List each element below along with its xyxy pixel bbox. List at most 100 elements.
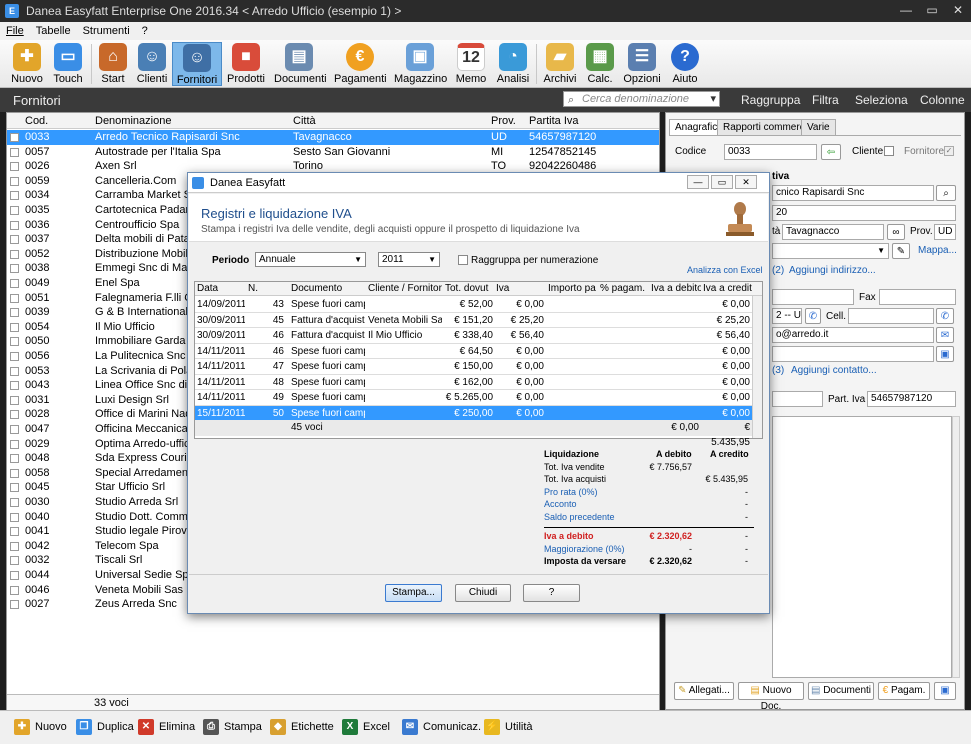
close-window-button[interactable]: ✕ [945,1,971,19]
col-iva-debito[interactable]: Iva a debito [651,283,701,294]
col-prov[interactable]: Prov. [491,115,516,127]
grid-row[interactable]: 30/09/2011 46 Fattura d'acquisto Il Mio Uff… [195,328,752,344]
analizza-excel-link[interactable]: Analizza con Excel [687,265,763,275]
col-data[interactable]: Data [197,283,245,294]
row-checkbox[interactable] [10,220,19,230]
filtra-button[interactable]: Filtra [812,93,839,107]
note-field[interactable] [772,416,952,678]
menu-strumenti[interactable]: Strumenti [77,22,136,40]
ribbon-nuovo-button[interactable]: ✚ Nuovo [8,42,46,86]
grid-row[interactable]: 30/09/2011 45 Fattura d'acquisto Veneta Mob… [195,313,752,328]
row-checkbox[interactable] [10,468,19,478]
ribbon-start-button[interactable]: ⌂ Start [96,42,130,86]
phone-icon[interactable]: ✆ [936,308,954,324]
search-input[interactable]: ⌕ Cerca denominazione ▾ [563,91,720,107]
row-checkbox[interactable] [10,352,19,361]
row-checkbox[interactable] [10,133,19,142]
grid-row[interactable]: 14/11/2011 48 Spese fuori camp € 162,00 € 0,… [195,375,752,390]
binoculars-icon[interactable]: ∞ [887,224,905,240]
row-checkbox[interactable] [10,249,19,259]
row-checkbox[interactable] [10,147,19,157]
bottom-duplica-button[interactable]: ❐ Duplica [76,719,134,735]
ribbon-documenti-button[interactable]: ▤ Documenti [274,42,327,86]
raggruppa-checkbox[interactable] [458,255,468,265]
denominazione-field[interactable]: cnico Rapisardi Snc [772,185,934,201]
row-checkbox[interactable] [10,381,19,391]
edit-icon[interactable]: ✎ [892,243,910,259]
row-checkbox[interactable] [10,439,19,449]
allegati-button[interactable]: ✎ Allegati... [674,682,734,700]
ribbon-prodotti-button[interactable]: ■ Prodotti [226,42,266,86]
fornitore-checkbox[interactable]: ✓ [944,146,954,156]
table-row[interactable]: 0057 Autostrade per l'Italia Spa Sesto San… [7,145,659,160]
bottom-comunicaz-button[interactable]: ✉ Comunicaz. [402,719,481,735]
liquidazione-link[interactable]: Pro rata (0%) [544,487,598,497]
ribbon-opzioni-button[interactable]: ☰ Opzioni [622,42,662,86]
phone-icon[interactable]: ✆ [805,308,821,324]
web-field[interactable] [772,346,934,362]
row-checkbox[interactable] [10,337,19,347]
row-checkbox[interactable] [10,527,19,537]
telefono-field[interactable] [772,289,854,305]
cell-field[interactable] [848,308,934,324]
fax-field[interactable] [879,289,956,305]
bottom-elimina-button[interactable]: ✕ Elimina [138,719,195,735]
row-checkbox[interactable] [10,454,19,464]
row-checkbox[interactable] [10,600,19,610]
col-iva[interactable]: Iva [496,283,544,294]
chevron-down-icon[interactable]: ▾ [710,92,716,106]
menu-file[interactable]: File [0,22,30,40]
liquidazione-link[interactable]: Saldo precedente [544,512,615,522]
col-denominazione[interactable]: Denominazione [95,115,171,127]
dialog-minimize-button[interactable]: — [687,175,709,189]
tab-varie[interactable]: Varie [801,119,836,135]
row-checkbox[interactable] [10,264,19,274]
row-checkbox[interactable] [10,541,19,551]
row-checkbox[interactable] [10,410,19,420]
row-checkbox[interactable] [10,395,19,405]
col-documento[interactable]: Documento [291,283,365,294]
documenti-button[interactable]: ▤ Documenti [808,682,874,700]
ribbon-memo-button[interactable]: 12 Memo [454,42,488,86]
ribbon-touch-button[interactable]: ▭ Touch [50,42,86,86]
bottom-excel-button[interactable]: X Excel [342,719,390,735]
ribbon-aiuto-button[interactable]: ? Aiuto [668,42,702,86]
ribbon-archivi-button[interactable]: ▰ Archivi [542,42,578,86]
col-perc-pagam[interactable]: % pagam. [600,283,648,294]
row-checkbox[interactable] [10,206,19,215]
row-checkbox[interactable] [10,498,19,507]
row-checkbox[interactable] [10,279,19,288]
row-checkbox[interactable] [10,366,19,376]
col-importo-pagato[interactable]: Importo pa [548,283,596,294]
col-citta[interactable]: Città [293,115,316,127]
dialog-maximize-button[interactable]: ▭ [711,175,733,189]
help-button[interactable]: ? [523,584,580,602]
row-checkbox[interactable] [10,308,19,318]
email-field[interactable]: o@arredo.it [772,327,934,343]
search-icon[interactable]: ⌕ [936,185,956,201]
bottom-etichette-button[interactable]: ◆ Etichette [270,719,334,735]
row-checkbox[interactable] [10,556,19,566]
raggruppa-button[interactable]: Raggruppa [741,93,800,107]
ribbon-pagamenti-button[interactable]: € Pagamenti [334,42,387,86]
row-checkbox[interactable] [10,162,19,172]
image-icon[interactable]: ▣ [934,682,956,700]
row-checkbox[interactable] [10,425,19,434]
col-iva-credito[interactable]: Iva a credit [703,283,753,294]
stampa-button[interactable]: Stampa... [385,584,442,602]
bottom-nuovo-button[interactable]: ✚ Nuovo [14,719,67,735]
nazione-dropdown[interactable]: ▼ [772,243,889,259]
note-scrollbar[interactable] [952,416,960,678]
row-checkbox[interactable] [10,176,19,186]
col-n[interactable]: N. [248,283,288,294]
grid-row[interactable]: 15/11/2011 50 Spese fuori camp € 250,00 € 0,… [195,405,752,421]
row-checkbox[interactable] [10,293,19,303]
nuovo-doc-button[interactable]: ▤ Nuovo Doc. [738,682,804,712]
row-checkbox[interactable] [10,585,19,595]
arrow-left-icon[interactable]: ⇦ [821,144,841,160]
row-checkbox[interactable] [10,571,19,580]
pagam-button[interactable]: € Pagam. [878,682,930,700]
grid-row[interactable]: 14/11/2011 47 Spese fuori camp € 150,00 € 0,… [195,359,752,375]
row-checkbox[interactable] [10,512,19,522]
bottom-utilita-button[interactable]: ⚡ Utilità [484,719,533,735]
